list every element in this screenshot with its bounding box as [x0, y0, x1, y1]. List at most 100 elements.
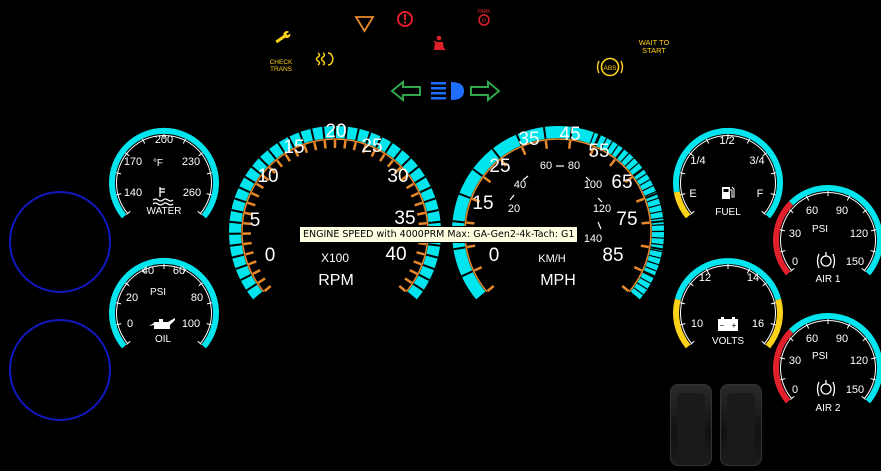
fuel-inner-ring [680, 134, 776, 214]
mph-tick: 35 [518, 129, 539, 150]
high-beam-icon [431, 82, 464, 100]
tach-major-tick [251, 191, 260, 198]
tach-tick: 15 [283, 137, 304, 158]
oil-tick-mark [115, 302, 122, 305]
tach-major-tick [418, 241, 427, 246]
right-rocker-switch[interactable] [720, 384, 762, 466]
water-tick-mark [115, 172, 122, 175]
tach-major-tick [252, 268, 261, 275]
svg-text:ABS: ABS [603, 65, 617, 72]
abs-icon: ABS [596, 57, 624, 77]
oil-tick: 0 [127, 318, 133, 330]
tach-major-tick [303, 144, 309, 154]
tach-major-tick [247, 201, 256, 207]
fuel-tick: 3/4 [749, 155, 764, 167]
tach-major-tick [410, 191, 419, 198]
oil-tick: 20 [126, 292, 138, 304]
tach-tick: 30 [387, 166, 408, 187]
water-tick: 260 [183, 187, 201, 199]
glow-plug-icon [315, 52, 334, 66]
tach-major-tick [416, 211, 426, 216]
oil-inner-ring [116, 264, 212, 344]
mph-tick: 85 [602, 245, 623, 266]
engine-warning-icon [397, 11, 413, 27]
air1-tick: 30 [789, 228, 801, 240]
fuel-pump-icon [722, 186, 735, 199]
svg-text:CHECK: CHECK [270, 59, 293, 66]
tach-band-gap [428, 220, 441, 224]
tach-major-tick [243, 241, 252, 246]
fuel-tick-mark [770, 172, 777, 175]
mph-tick: 0 [489, 245, 500, 266]
air1-label: AIR 1 [815, 274, 840, 285]
tach-tick: 0 [265, 245, 276, 266]
voltmeter-gauge[interactable] [673, 258, 783, 349]
speedo-major-tick [621, 285, 630, 293]
volts-tick: 16 [752, 318, 764, 330]
speedo-label: MPH [540, 272, 576, 289]
mph-tick: 75 [616, 209, 637, 230]
air1-tick-mark [870, 229, 877, 232]
air2-tick: 120 [850, 355, 868, 367]
left-upper-ring [9, 191, 111, 293]
svg-text:TRANS: TRANS [270, 66, 293, 73]
wait-to-start-label: WAIT TO START [639, 38, 670, 55]
left-turn-signal-icon [390, 79, 421, 103]
fuel-gauge-labels: 1/2 1/4 3/4 E F FUEL [689, 135, 764, 218]
oil-tick-mark [206, 302, 213, 305]
air1-tick: 60 [806, 205, 818, 217]
oil-can-icon [149, 318, 175, 329]
air1-tick: 0 [792, 256, 798, 268]
speedo-major-tick [641, 221, 650, 225]
water-unit: °F [153, 158, 163, 169]
water-label: WATER [147, 206, 182, 217]
speedo-major-tick [609, 158, 616, 167]
kmh-tick: 40 [514, 179, 526, 191]
water-tick: 170 [124, 156, 142, 168]
kmh-tick: 80 [568, 160, 580, 172]
fuel-label: FUEL [715, 207, 741, 218]
tach-multiplier: X100 [321, 251, 349, 265]
left-rocker-switch[interactable] [670, 384, 712, 466]
park-brake-label: PARK [477, 9, 491, 15]
speedo-major-tick [466, 221, 475, 225]
air1-gauge-labels: 60 90 30 120 0 150 PSI AIR 1 [789, 205, 868, 285]
water-tick: 140 [124, 187, 142, 199]
speedo-major-tick [544, 140, 549, 149]
tach-tick: 5 [250, 210, 261, 231]
tach-major-tick [409, 268, 418, 275]
tach-major-tick [418, 221, 427, 226]
svg-text:START: START [642, 46, 666, 55]
tach-major-tick [248, 260, 257, 266]
volts-tick-mark [770, 302, 777, 305]
volts-gauge-labels: 12 14 10 16 VOLTS [691, 272, 764, 347]
tach-tooltip: ENGINE SPEED with 4000PRM Max: GA-Gen2-4… [299, 226, 579, 243]
tach-major-tick [398, 285, 407, 293]
kmh-tick: 100 [584, 179, 602, 191]
check-trans-label: CHECK TRANS [270, 59, 293, 73]
tach-major-tick [245, 251, 254, 256]
right-rocker-face [727, 393, 755, 455]
tach-tick: 20 [325, 121, 346, 142]
air2-label: AIR 2 [815, 403, 840, 414]
mph-tick: 55 [588, 141, 609, 162]
speedo-fine-gap [651, 236, 664, 239]
air-brake-icon [816, 252, 836, 269]
oil-tick: 80 [191, 292, 203, 304]
kmh-tick: 140 [584, 233, 602, 245]
water-tick-mark [206, 172, 213, 175]
air2-unit: PSI [812, 351, 828, 362]
mph-tick: 65 [611, 172, 632, 193]
volts-arc [765, 298, 783, 349]
air2-tick: 30 [789, 355, 801, 367]
tach-tick: 25 [361, 136, 382, 157]
kmh-tick: 60 [540, 160, 552, 172]
speedo-major-tick [635, 197, 645, 203]
air2-gauge-labels: 60 90 30 120 0 150 PSI AIR 2 [789, 333, 868, 414]
water-temp-icon [152, 187, 174, 206]
speedo-major-tick [633, 265, 643, 272]
oil-tick: 60 [173, 265, 185, 277]
oil-gauge-labels: 20 40 60 80 0 100 PSI OIL [126, 265, 203, 345]
mph-tick: 25 [489, 156, 510, 177]
fuel-tick: F [757, 188, 764, 200]
